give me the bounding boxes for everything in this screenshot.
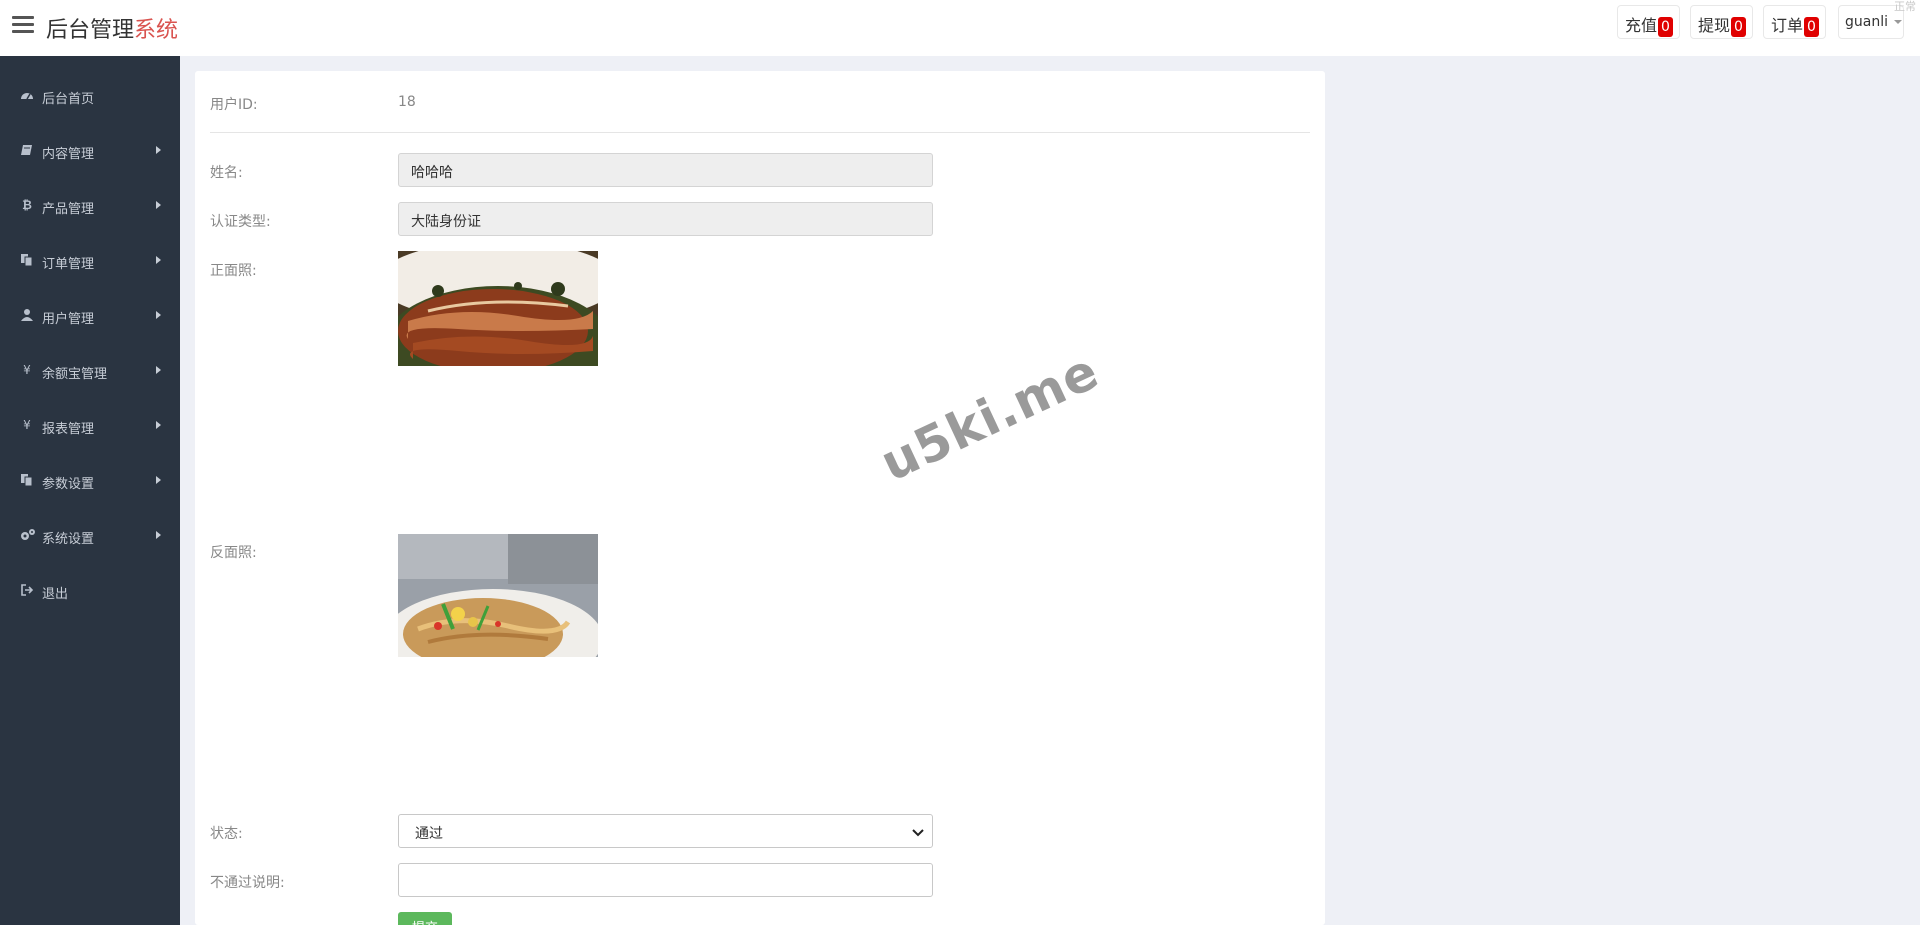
user-icon xyxy=(20,308,34,322)
withdraw-button[interactable]: 提现 0 xyxy=(1690,5,1753,39)
withdraw-label: 提现 xyxy=(1698,16,1731,35)
sidebar-item-logout[interactable]: 退出 xyxy=(0,571,180,611)
withdraw-count-badge: 0 xyxy=(1731,17,1746,37)
recharge-label: 充值 xyxy=(1625,16,1658,35)
caret-right-icon xyxy=(156,256,161,264)
status-select[interactable]: 通过 xyxy=(398,814,933,848)
recharge-count-badge: 0 xyxy=(1658,17,1673,37)
caret-right-icon xyxy=(156,146,161,154)
sidebar-item-label: 产品管理 xyxy=(42,202,95,217)
yen-icon: ¥ xyxy=(23,418,31,432)
cert-type-label: 认证类型: xyxy=(210,214,271,230)
sidebar-item-label: 订单管理 xyxy=(42,257,95,272)
front-photo-image[interactable] xyxy=(398,251,598,366)
sidebar-item-users[interactable]: 用户管理 xyxy=(0,296,180,336)
sidebar-item-label: 后台首页 xyxy=(42,92,95,107)
sidebar-item-content[interactable]: 内容管理 xyxy=(0,131,180,171)
sidebar-item-label: 参数设置 xyxy=(42,477,95,492)
sidebar-item-orders[interactable]: 订单管理 xyxy=(0,241,180,281)
status-selected-value: 通过 xyxy=(415,826,443,842)
book-icon xyxy=(20,143,34,157)
sidebar-item-label: 内容管理 xyxy=(42,147,95,162)
user-id-label: 用户ID: xyxy=(210,97,258,113)
caret-right-icon xyxy=(156,531,161,539)
sign-out-icon xyxy=(20,583,34,597)
menu-toggle-icon[interactable] xyxy=(12,16,34,36)
caret-right-icon xyxy=(156,366,161,374)
recharge-button[interactable]: 充值 0 xyxy=(1617,5,1680,39)
caret-right-icon xyxy=(156,311,161,319)
sidebar-item-label: 退出 xyxy=(42,587,69,602)
sidebar-item-yuebao[interactable]: ¥ 余额宝管理 xyxy=(0,351,180,391)
chevron-down-icon xyxy=(912,829,924,837)
sidebar-item-dashboard[interactable]: 后台首页 xyxy=(0,76,180,116)
back-photo-label: 反面照: xyxy=(210,545,257,561)
sidebar-item-label: 系统设置 xyxy=(42,532,95,547)
order-label: 订单 xyxy=(1771,16,1804,35)
name-label: 姓名: xyxy=(210,165,243,181)
files-icon xyxy=(20,473,34,487)
order-count-badge: 0 xyxy=(1804,17,1819,37)
sidebar-item-products[interactable]: ₿ 产品管理 xyxy=(0,186,180,226)
corner-status-text: 正常 xyxy=(1894,0,1916,13)
back-photo-image[interactable] xyxy=(398,534,598,657)
name-field[interactable]: 哈哈哈 xyxy=(398,153,933,187)
yen-icon: ¥ xyxy=(23,363,31,377)
caret-right-icon xyxy=(156,421,161,429)
username: guanli xyxy=(1845,14,1888,30)
app-title: 后台管理系统 xyxy=(46,12,178,44)
app-title-main: 后台管理 xyxy=(46,18,135,43)
caret-down-icon xyxy=(1894,20,1902,24)
submit-button[interactable]: 提交 xyxy=(398,912,452,925)
caret-right-icon xyxy=(156,476,161,484)
order-button[interactable]: 订单 0 xyxy=(1763,5,1826,39)
reject-reason-label: 不通过说明: xyxy=(210,875,285,891)
caret-right-icon xyxy=(156,201,161,209)
user-id-value: 18 xyxy=(398,94,416,110)
sidebar-item-parameters[interactable]: 参数设置 xyxy=(0,461,180,501)
sidebar-item-label: 余额宝管理 xyxy=(42,367,108,382)
dashboard-icon xyxy=(20,88,34,102)
bitcoin-icon: ₿ xyxy=(22,198,32,212)
files-icon xyxy=(20,253,34,267)
app-title-accent: 系统 xyxy=(134,18,179,43)
sidebar-item-system-settings[interactable]: 系统设置 xyxy=(0,516,180,556)
sidebar-item-label: 用户管理 xyxy=(42,312,95,327)
front-photo-label: 正面照: xyxy=(210,263,257,279)
sidebar-item-reports[interactable]: ¥ 报表管理 xyxy=(0,406,180,446)
top-header: 后台管理系统 充值 0 提现 0 订单 0 guanli 正常 xyxy=(0,0,1920,56)
gears-icon xyxy=(20,528,35,542)
verification-detail-card: 用户ID: 18 姓名: 哈哈哈 认证类型: 大陆身份证 正面照: 反面照: 状… xyxy=(195,71,1325,925)
cert-type-field[interactable]: 大陆身份证 xyxy=(398,202,933,236)
status-label: 状态: xyxy=(210,826,243,842)
sidebar-item-label: 报表管理 xyxy=(42,422,95,437)
reject-reason-input[interactable] xyxy=(398,863,933,897)
divider xyxy=(210,132,1310,133)
sidebar: 后台首页 内容管理 ₿ 产品管理 订单管理 用户管理 ¥ 余额宝管理 ¥ 报表管… xyxy=(0,56,180,925)
